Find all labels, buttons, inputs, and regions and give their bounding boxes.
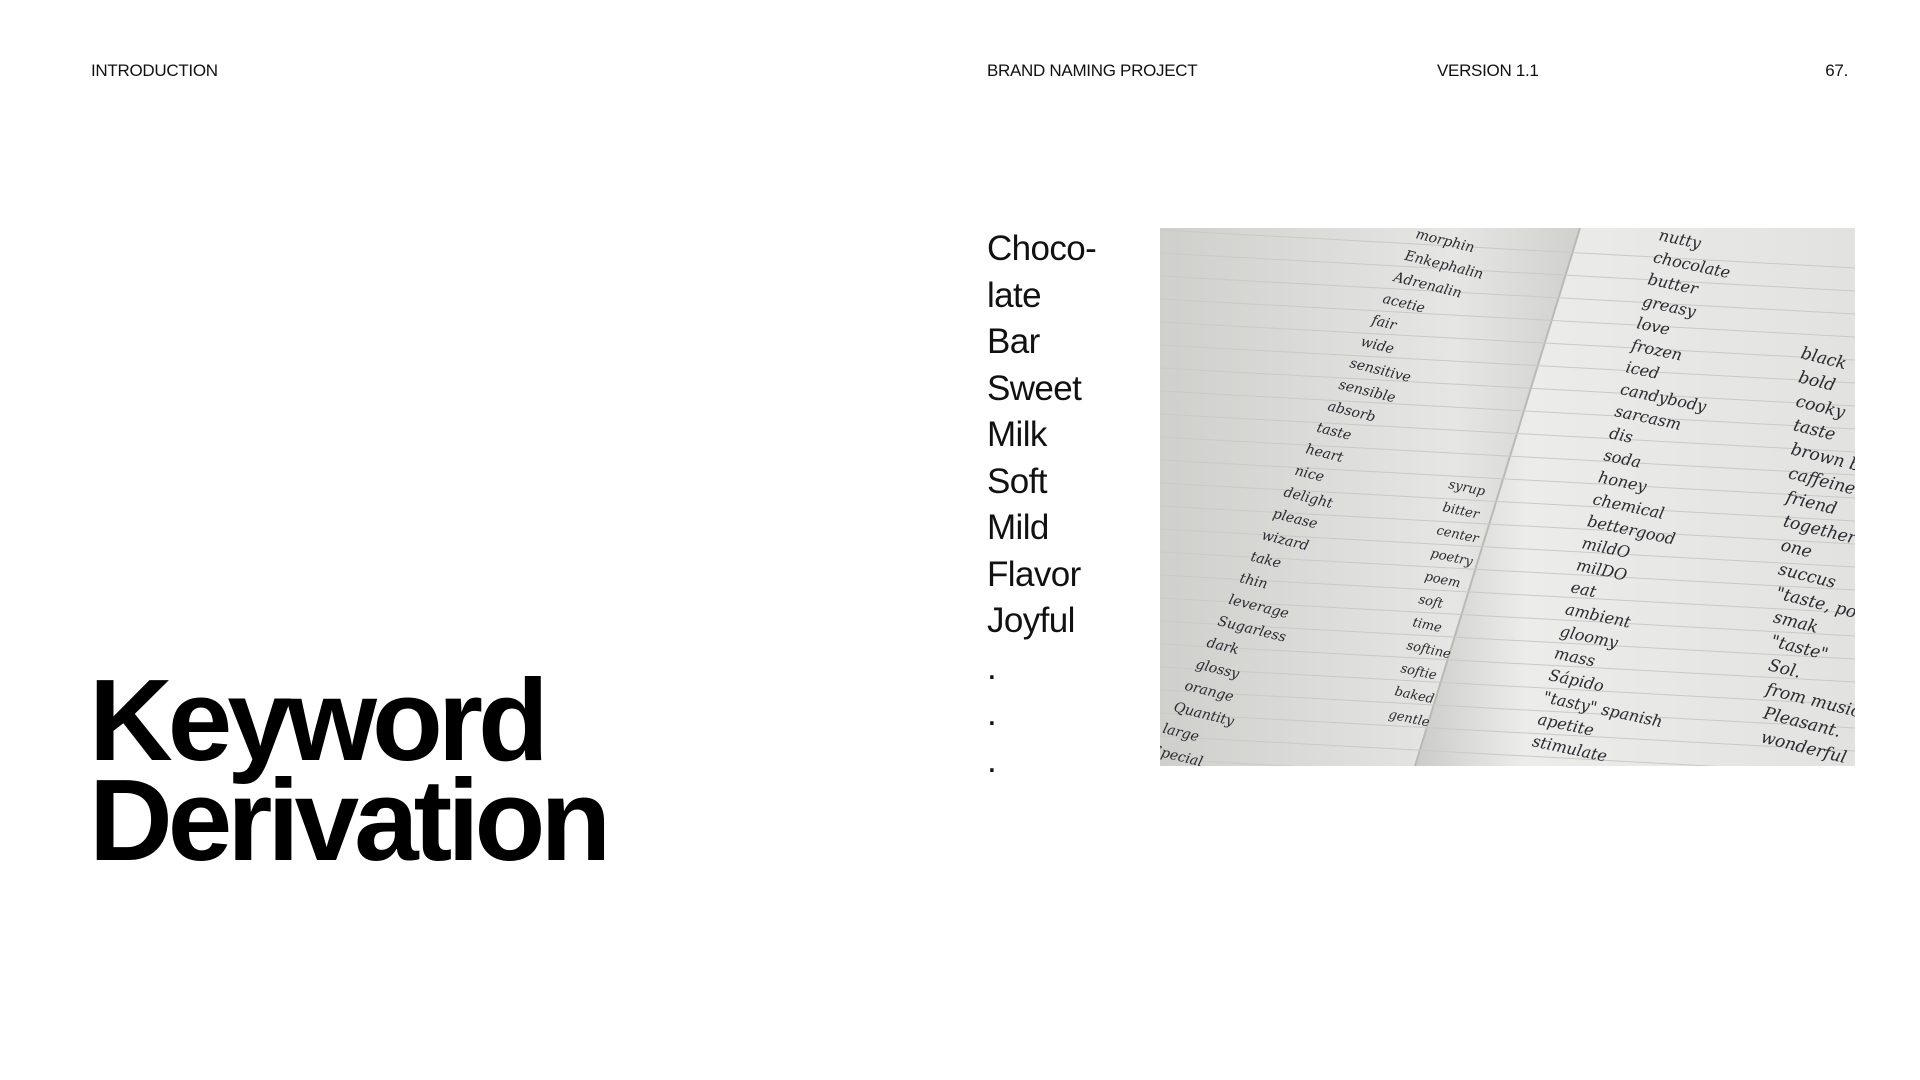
header-project-label: BRAND NAMING PROJECT xyxy=(987,61,1198,80)
notebook-photo-drawing: morphinEnkephalinAdrenalinacetiefairwide… xyxy=(1160,228,1855,766)
header-version-label: VERSION 1.1 xyxy=(1437,61,1539,80)
keyword-item: . xyxy=(987,694,997,733)
keyword-item: Joyful xyxy=(987,601,1075,640)
keyword-item: Soft xyxy=(987,461,1047,501)
header-page-number: 67. xyxy=(1825,61,1848,80)
slide-page: INTRODUCTION BRAND NAMING PROJECT VERSIO… xyxy=(0,0,1920,1080)
keyword-item: Flavor xyxy=(987,554,1081,594)
notebook-photo: morphin Enkephalin Adrenalin acetie fair wide… xyxy=(1160,228,1855,766)
keyword-item: late xyxy=(987,275,1042,315)
header-section-label: INTRODUCTION xyxy=(91,61,218,80)
keyword-item: Mild xyxy=(987,508,1049,547)
keyword-item: Choco- xyxy=(987,229,1097,268)
title-line-2: Derivation xyxy=(89,755,611,885)
keyword-item: Milk xyxy=(987,415,1047,454)
keyword-list: Choco-late Bar Sweet Milk Soft Mild Flavor Joyf… xyxy=(987,226,1097,784)
keyword-item: Sweet xyxy=(987,368,1082,408)
keyword-item: Bar xyxy=(987,322,1040,361)
keyword-item: . xyxy=(987,740,997,780)
keyword-item: . xyxy=(987,647,997,687)
slide-title: Keyword Derivation xyxy=(89,662,611,885)
